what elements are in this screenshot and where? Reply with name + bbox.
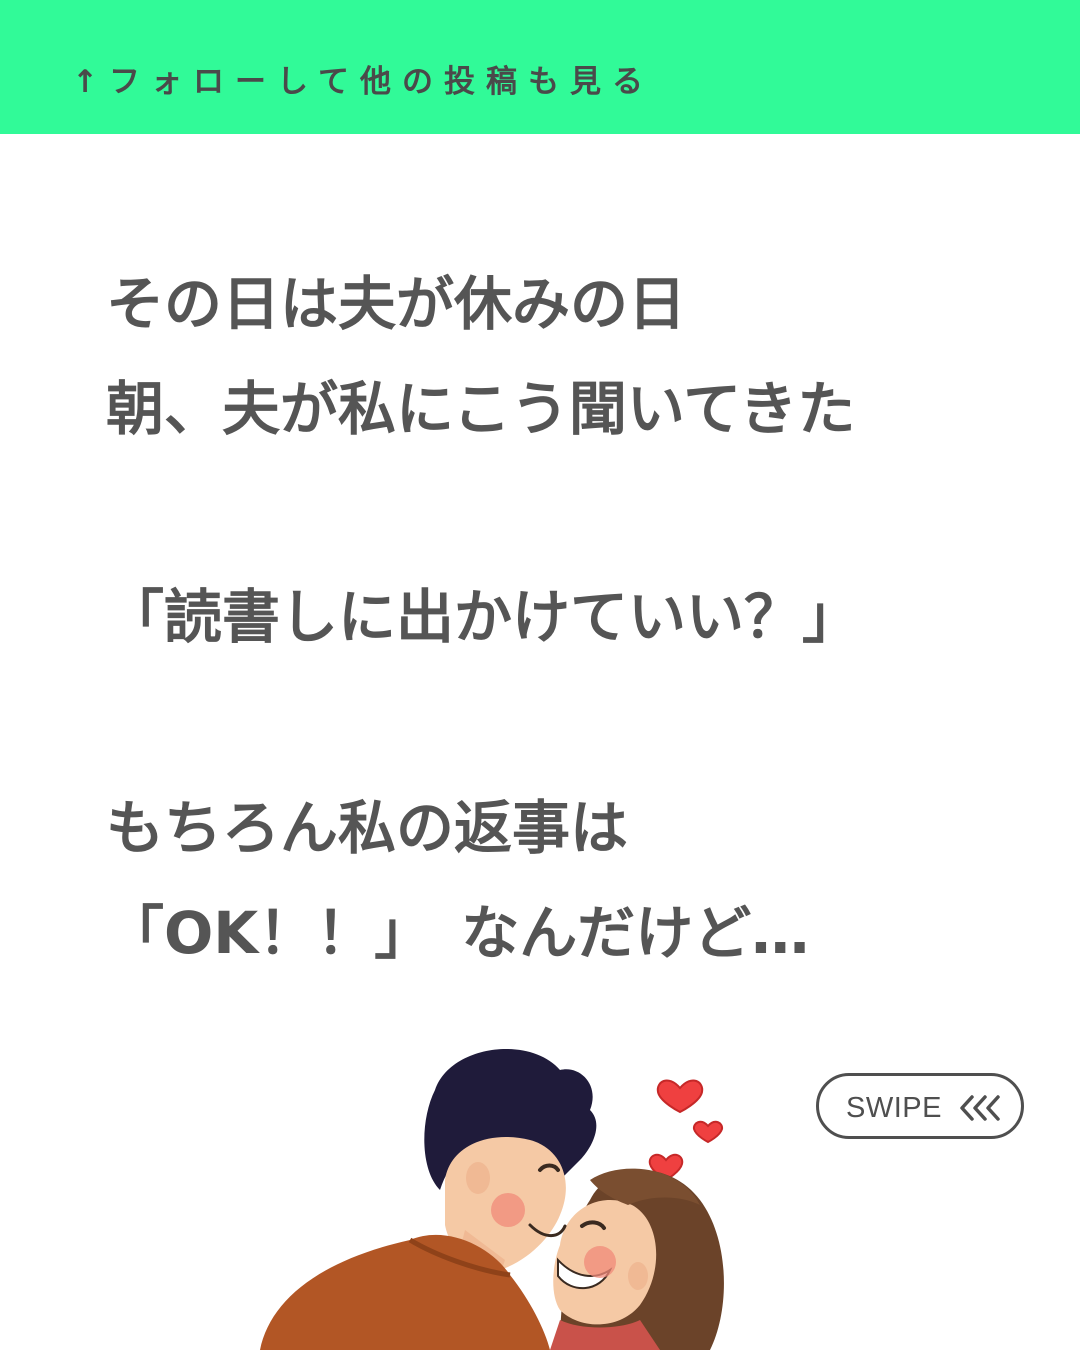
triple-chevron-left-icon [958, 1094, 1004, 1126]
swipe-label: SWIPE [846, 1092, 942, 1124]
story-line-4: もちろん私の返事は [106, 794, 629, 862]
story-line-3: 「読書しに出かけていい？」 [106, 583, 861, 651]
follow-banner-text: ↑フォローして他の投稿も見る [72, 64, 655, 100]
story-line-5: 「OK！！」 なんだけど… [106, 899, 810, 967]
heart-icon [692, 1120, 724, 1144]
couple-illustration [260, 1030, 740, 1354]
swipe-button[interactable]: SWIPE [816, 1073, 1024, 1139]
story-line-1: その日は夫が休みの日 [106, 270, 687, 338]
story-line-2: 朝、夫が私にこう聞いてきた [106, 375, 856, 443]
follow-banner[interactable]: ↑フォローして他の投稿も見る [0, 0, 1080, 134]
heart-icon [656, 1079, 704, 1114]
